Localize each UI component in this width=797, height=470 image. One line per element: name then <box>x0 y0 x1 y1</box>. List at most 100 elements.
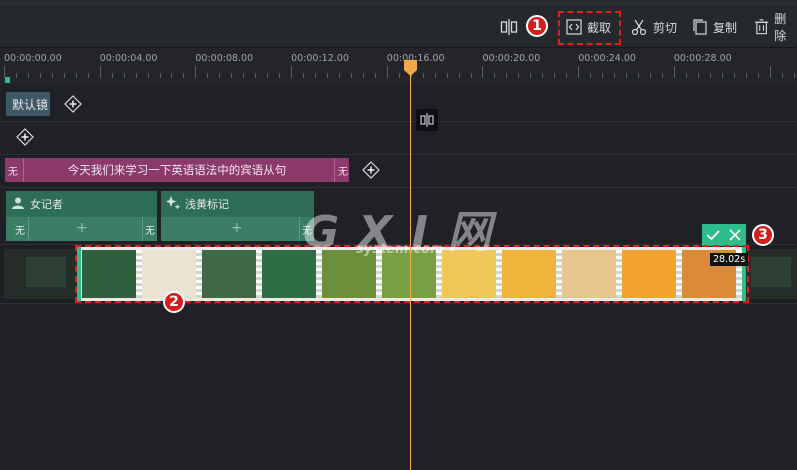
ruler-time-label: 00:00:04.00 <box>99 53 158 64</box>
ruler-tick <box>124 73 125 78</box>
subtitle-text: 今天我们来学习一下英语语法中的宾语从句 <box>67 163 287 177</box>
ruler-tick <box>698 73 699 78</box>
ruler-tick <box>626 73 627 78</box>
effect-keyframe-bar: + 无 <box>161 217 314 241</box>
split-icon <box>500 19 518 35</box>
ruler-tick <box>710 73 711 78</box>
copy-button[interactable]: 复制 <box>692 14 737 40</box>
person-icon <box>12 197 24 209</box>
add-lens-icon[interactable] <box>64 95 82 113</box>
ruler-tick <box>482 66 483 78</box>
ruler-tick <box>662 73 663 78</box>
ruler-tick <box>291 66 292 78</box>
divider <box>28 217 29 241</box>
ruler-tick <box>279 73 280 78</box>
ruler-tick <box>506 73 507 78</box>
ruler-time-label: 00:00:08.00 <box>195 53 254 64</box>
ruler-tick <box>602 73 603 78</box>
ruler-tick <box>363 73 364 78</box>
ruler-tick <box>578 66 579 78</box>
copy-label: 复制 <box>713 20 738 35</box>
check-icon[interactable] <box>702 224 724 246</box>
ruler-time-label: 00:00:24.00 <box>578 53 636 64</box>
ruler-tick <box>243 73 244 78</box>
add-subtitle-icon[interactable] <box>362 161 380 179</box>
ruler-tick <box>28 73 29 78</box>
ruler-tick <box>686 73 687 78</box>
role-label: 女记者 <box>30 198 63 211</box>
role-clip[interactable]: 女记者 无 + 无 <box>6 191 157 241</box>
ruler-tick <box>207 73 208 78</box>
watermark-subtext: system.com <box>356 242 444 257</box>
clip-after-selection[interactable] <box>745 249 797 299</box>
ruler-tick <box>758 73 759 78</box>
callout-badge-2: 2 <box>163 291 185 313</box>
ruler-tick <box>542 73 543 78</box>
cut-button[interactable]: 剪切 <box>630 14 677 40</box>
ruler-tick <box>590 73 591 78</box>
ruler-tick <box>722 73 723 78</box>
ruler-tick <box>566 73 567 78</box>
ruler-tick <box>339 73 340 78</box>
ruler-tick <box>674 66 675 78</box>
ruler-tick <box>638 73 639 78</box>
ruler-tick <box>375 73 376 78</box>
lens-track <box>0 86 797 122</box>
trash-icon <box>754 19 769 35</box>
cut-label: 剪切 <box>653 20 678 35</box>
add-keyframe-icon[interactable]: + <box>231 220 243 236</box>
ruler-tick <box>734 73 735 78</box>
ruler-tick <box>16 73 17 78</box>
ruler-tick <box>40 73 41 78</box>
ruler-tick <box>327 73 328 78</box>
close-icon[interactable] <box>724 224 746 246</box>
ruler-tick <box>303 73 304 78</box>
ruler-tick <box>148 73 149 78</box>
ruler-tick <box>770 66 771 78</box>
lens-clip-label: 默认镜 <box>12 97 49 112</box>
effect-label: 浅黄标记 <box>185 198 229 211</box>
split-at-playhead-button[interactable] <box>416 109 438 131</box>
ruler-time-label: 00:00:28.00 <box>673 53 732 64</box>
playhead-handle[interactable] <box>402 59 419 77</box>
callout-badge-3: 3 <box>752 224 774 246</box>
ruler-tick <box>64 73 65 78</box>
timeline-toolbar: 截取 剪切 复制 删除 <box>0 6 797 48</box>
ruler-time-label: 00:00:12.00 <box>291 53 349 64</box>
ruler-tick <box>112 73 113 78</box>
in-point-marker[interactable] <box>5 77 10 83</box>
ruler-tick <box>530 73 531 78</box>
ruler-tick <box>423 73 424 78</box>
time-ruler[interactable]: 00:00:00.00 00:00:04.00 00:00:08.00 00:00:1… <box>0 48 797 84</box>
ruler-tick <box>399 73 400 78</box>
thumbnail <box>26 257 66 287</box>
ruler-tick <box>494 73 495 78</box>
clip-before-selection[interactable] <box>4 249 78 299</box>
add-track-item-icon[interactable] <box>16 128 34 146</box>
duration-label: 28.02s <box>710 253 749 266</box>
subtitle-none-right: 无 <box>338 166 348 178</box>
ruler-time-label: 00:00:20.00 <box>482 53 541 64</box>
delete-button[interactable]: 删除 <box>754 12 797 43</box>
subtitle-clip[interactable]: 无 今天我们来学习一下英语语法中的宾语从句 无 <box>5 158 349 182</box>
ruler-tick <box>351 73 352 78</box>
ruler-tick <box>267 73 268 78</box>
ruler-tick <box>52 73 53 78</box>
ruler-tick <box>782 73 783 78</box>
split-button[interactable] <box>500 14 518 40</box>
ruler-tick <box>518 73 519 78</box>
ruler-tick <box>195 66 196 78</box>
sparkle-icon <box>166 196 181 210</box>
role-none-left: 无 <box>15 226 25 237</box>
playhead-line[interactable] <box>410 66 411 470</box>
callout-badge-1: 1 <box>526 15 548 37</box>
add-keyframe-icon[interactable]: + <box>76 220 88 236</box>
lens-clip[interactable]: 默认镜 <box>6 92 50 116</box>
crop-confirm-bar <box>702 224 746 246</box>
effect-clip[interactable]: 浅黄标记 + 无 <box>161 191 314 241</box>
ruler-tick <box>650 73 651 78</box>
ruler-tick <box>315 73 316 78</box>
ruler-tick <box>471 73 472 78</box>
split-icon <box>420 113 434 127</box>
divider <box>299 217 300 241</box>
